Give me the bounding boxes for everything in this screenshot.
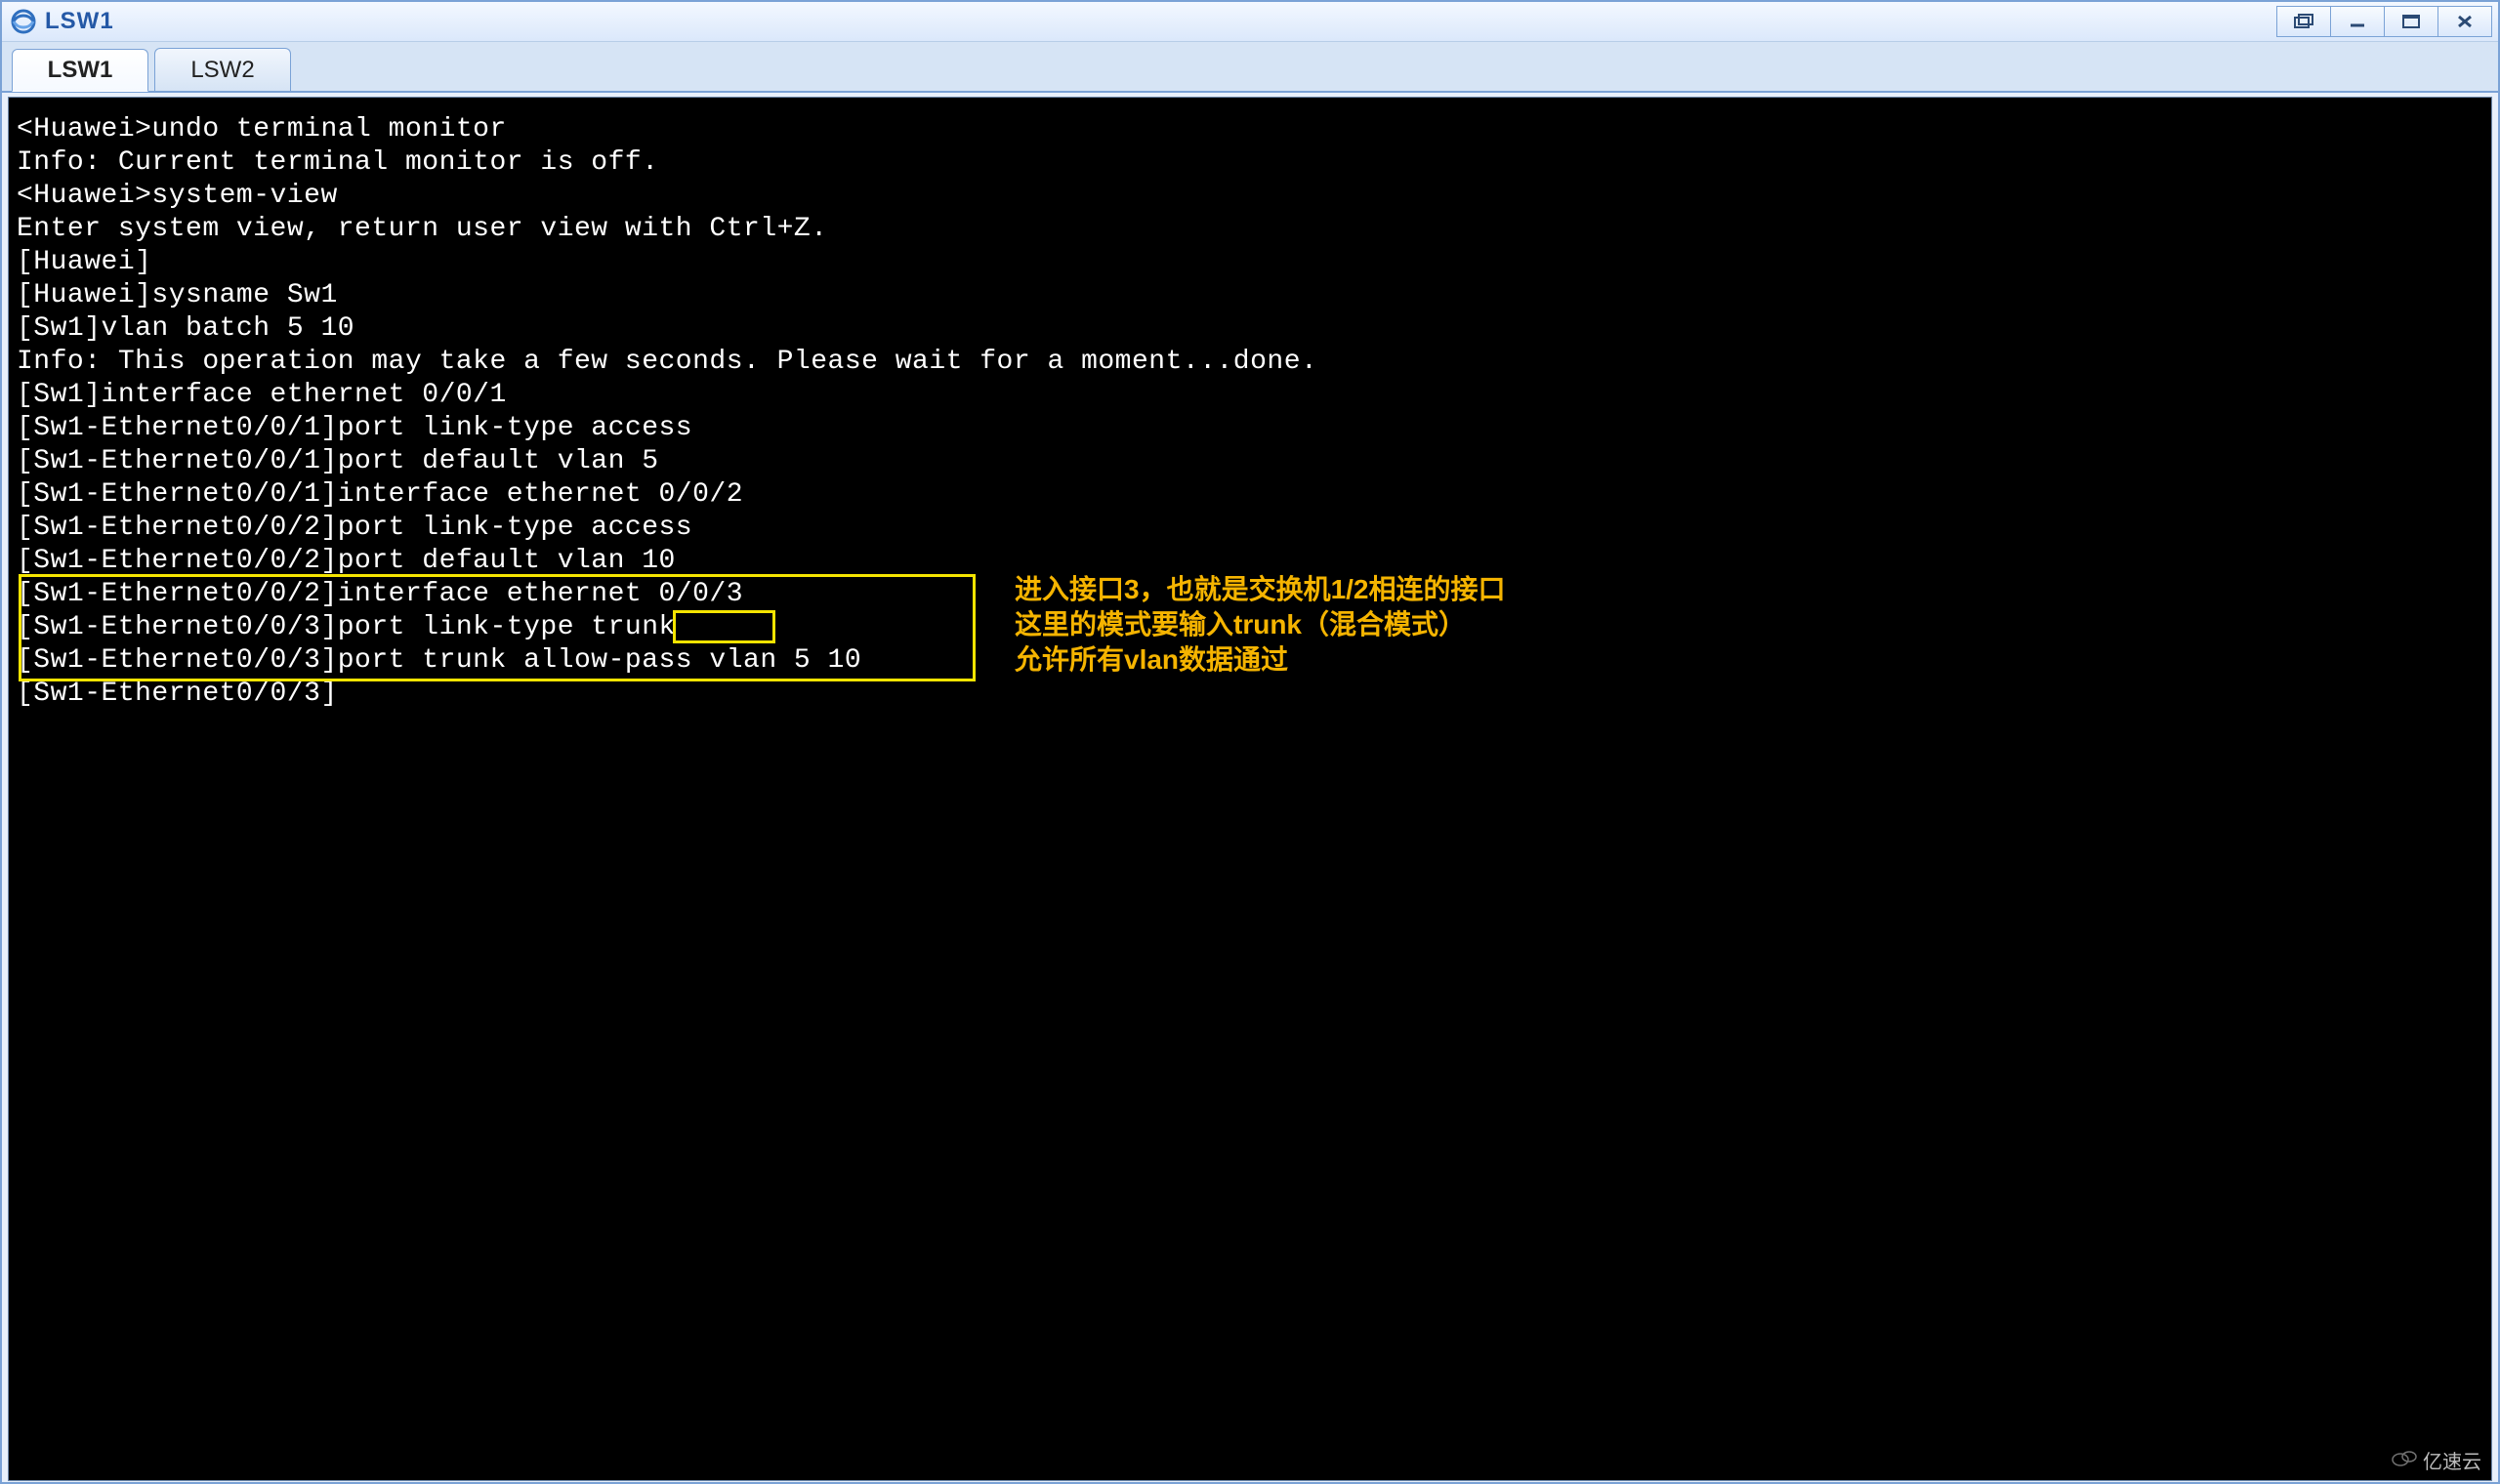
tab-lsw1[interactable]: LSW1 — [12, 49, 148, 92]
minimize-button[interactable] — [2331, 6, 2385, 37]
tab-label: LSW1 — [48, 57, 113, 84]
annotation-line: 这里的模式要输入trunk（混合模式） — [1015, 607, 1506, 642]
annotation-line: 允许所有vlan数据通过 — [1015, 642, 1506, 678]
titlebar-left: LSW1 — [2, 8, 114, 35]
tabstrip: LSW1 LSW2 — [2, 42, 2498, 93]
window-controls — [2276, 6, 2498, 37]
titlebar: LSW1 — [2, 2, 2498, 42]
app-window: LSW1 LSW1 LSW2 <Huawei>undo terminal mon… — [0, 0, 2500, 1484]
close-button[interactable] — [2438, 6, 2492, 37]
app-icon — [10, 8, 37, 35]
watermark: 亿速云 — [2392, 1446, 2481, 1474]
watermark-icon — [2392, 1449, 2417, 1472]
annotation-line: 进入接口3，也就是交换机1/2相连的接口 — [1015, 572, 1506, 607]
tab-lsw2[interactable]: LSW2 — [154, 48, 291, 91]
watermark-text: 亿速云 — [2423, 1446, 2481, 1474]
annotation-text: 进入接口3，也就是交换机1/2相连的接口 这里的模式要输入trunk（混合模式）… — [1015, 572, 1506, 678]
tab-label: LSW2 — [190, 57, 254, 84]
restore-down-button[interactable] — [2276, 6, 2331, 37]
terminal-area[interactable]: <Huawei>undo terminal monitor Info: Curr… — [8, 97, 2492, 1481]
window-title: LSW1 — [45, 8, 114, 35]
maximize-button[interactable] — [2385, 6, 2438, 37]
